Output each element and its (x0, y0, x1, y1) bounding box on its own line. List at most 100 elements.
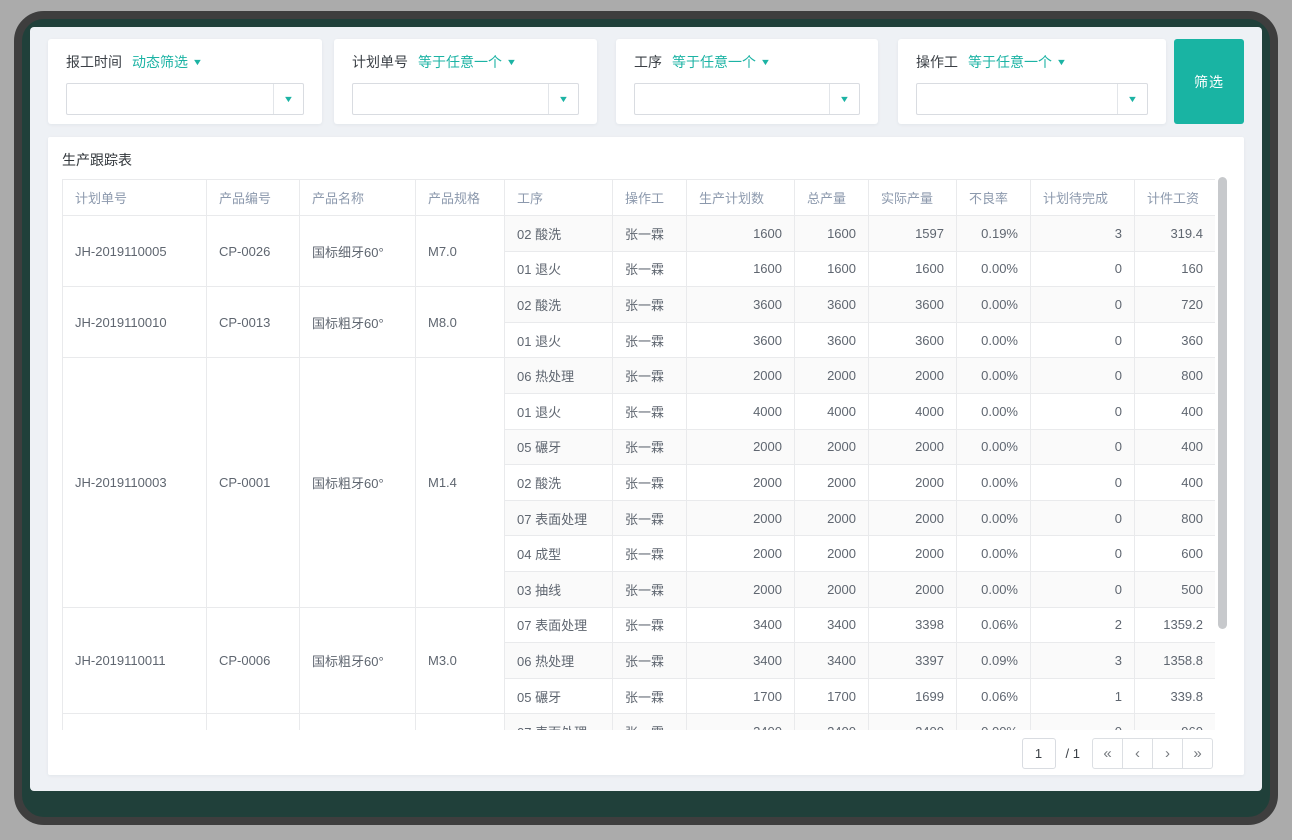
cell-planned-qty: 1700 (687, 678, 795, 714)
caret-down-icon: ▼ (283, 94, 294, 104)
cell-total-output: 2000 (795, 465, 869, 501)
cell-remaining: 0 (1031, 429, 1135, 465)
cell-total-output: 3400 (795, 643, 869, 679)
cell-piece-wage: 720 (1135, 287, 1216, 323)
operator-select-input[interactable] (917, 84, 1117, 114)
cell-planned-qty: 3400 (687, 607, 795, 643)
cell-operator: 张一霖 (613, 287, 687, 323)
cell-defect-rate: 0.19% (957, 216, 1031, 252)
report-time-select-input[interactable] (67, 84, 273, 114)
process-select-arrow[interactable]: ▼ (829, 84, 859, 114)
cell-product-name: 国标粗牙60° (300, 607, 416, 714)
cell-planned-qty: 2400 (687, 714, 795, 730)
caret-down-icon: ▼ (558, 94, 569, 104)
cell-process: 01 退火 (505, 393, 613, 429)
cell-product-name: 国标粗牙60° (300, 287, 416, 358)
last-page-button[interactable]: » (1182, 738, 1213, 769)
plan-no-select-arrow[interactable]: ▼ (548, 84, 578, 114)
cell-defect-rate: 0.00% (957, 251, 1031, 287)
cell-planned-qty: 2000 (687, 500, 795, 536)
filter-submit-button[interactable]: 筛选 (1174, 39, 1244, 124)
filter-operator-dropdown[interactable]: 等于任意一个 ▼ (418, 52, 516, 72)
table-vertical-scrollbar[interactable] (1218, 177, 1227, 629)
cell-plan-no: JH-2019110005 (63, 216, 207, 287)
cell-piece-wage: 360 (1135, 322, 1216, 358)
cell-total-output: 1700 (795, 678, 869, 714)
filter-operator-dropdown[interactable]: 等于任意一个 ▼ (672, 52, 770, 72)
cell-planned-qty: 4000 (687, 393, 795, 429)
filter-operator-dropdown[interactable]: 动态筛选 ▼ (132, 52, 202, 72)
filter-operator-label: 等于任意一个 (418, 52, 502, 72)
report-time-select-arrow[interactable]: ▼ (273, 84, 303, 114)
cell-total-output: 2000 (795, 429, 869, 465)
production-tracking-table: 计划单号 产品编号 产品名称 产品规格 工序 操作工 生产计划数 总产量 实际产… (62, 179, 1215, 730)
table-viewport: 计划单号 产品编号 产品名称 产品规格 工序 操作工 生产计划数 总产量 实际产… (62, 179, 1215, 730)
cell-actual-output: 2400 (869, 714, 957, 730)
pagination: / 1 « ‹ › » (1022, 738, 1213, 769)
cell-process: 02 酸洗 (505, 216, 613, 252)
cell-actual-output: 3600 (869, 287, 957, 323)
cell-remaining: 0 (1031, 536, 1135, 572)
filter-operator-dropdown[interactable]: 等于任意一个 ▼ (968, 52, 1066, 72)
cell-piece-wage: 1359.2 (1135, 607, 1216, 643)
page-total-label: / 1 (1066, 746, 1080, 761)
plan-no-select-input[interactable] (353, 84, 548, 114)
cell-piece-wage: 1358.8 (1135, 643, 1216, 679)
cell-planned-qty: 3600 (687, 322, 795, 358)
process-select-input[interactable] (635, 84, 829, 114)
caret-down-icon: ▼ (192, 57, 203, 67)
filter-label-operator: 操作工 (916, 52, 958, 72)
table-header-row: 计划单号 产品编号 产品名称 产品规格 工序 操作工 生产计划数 总产量 实际产… (63, 180, 1216, 216)
next-page-button[interactable]: › (1152, 738, 1183, 769)
cell-operator: 张一霖 (613, 322, 687, 358)
cell-defect-rate: 0.09% (957, 643, 1031, 679)
cell-remaining: 3 (1031, 643, 1135, 679)
page-number-input[interactable] (1022, 738, 1056, 769)
cell-defect-rate: 0.00% (957, 393, 1031, 429)
cell-defect-rate: 0.00% (957, 322, 1031, 358)
cell-actual-output: 1699 (869, 678, 957, 714)
cell-remaining: 0 (1031, 714, 1135, 730)
table-row: JH-2019110005CP-0026国标细牙60°M7.002 酸洗张一霖1… (63, 216, 1216, 252)
cell-remaining: 0 (1031, 500, 1135, 536)
cell-remaining: 0 (1031, 393, 1135, 429)
cell-total-output: 3600 (795, 287, 869, 323)
cell-defect-rate: 0.00% (957, 287, 1031, 323)
filter-card-operator: 操作工 等于任意一个 ▼ ▼ (898, 39, 1166, 124)
operator-select-arrow[interactable]: ▼ (1117, 84, 1147, 114)
cell-defect-rate: 0.00% (957, 536, 1031, 572)
prev-page-button[interactable]: ‹ (1122, 738, 1153, 769)
cell-operator: 张一霖 (613, 500, 687, 536)
col-header-remaining: 计划待完成 (1031, 180, 1135, 216)
cell-product-name: 国标细牙60° (300, 216, 416, 287)
cell-total-output: 1600 (795, 216, 869, 252)
cell-operator: 张一霖 (613, 536, 687, 572)
cell-process: 02 酸洗 (505, 465, 613, 501)
caret-down-icon: ▼ (506, 57, 517, 67)
cell-piece-wage: 339.8 (1135, 678, 1216, 714)
cell-operator: 张一霖 (613, 571, 687, 607)
cell-defect-rate: 0.06% (957, 678, 1031, 714)
cell-piece-wage: 960 (1135, 714, 1216, 730)
cell-planned-qty: 3400 (687, 643, 795, 679)
col-header-piece-wage: 计件工资 (1135, 180, 1216, 216)
col-header-total-output: 总产量 (795, 180, 869, 216)
col-header-process: 工序 (505, 180, 613, 216)
cell-remaining: 0 (1031, 465, 1135, 501)
col-header-product-name: 产品名称 (300, 180, 416, 216)
col-header-planned-qty: 生产计划数 (687, 180, 795, 216)
cell-total-output: 3600 (795, 322, 869, 358)
cell-process: 07 表面处理 (505, 714, 613, 730)
cell-product-name: 国标粗牙60° (300, 358, 416, 607)
filter-label-process: 工序 (634, 52, 662, 72)
cell-process: 05 碾牙 (505, 429, 613, 465)
cell-defect-rate: 0.00% (957, 465, 1031, 501)
first-page-button[interactable]: « (1092, 738, 1123, 769)
cell-spec: M1.4 (416, 358, 505, 607)
cell-process: 01 退火 (505, 251, 613, 287)
cell-remaining: 0 (1031, 251, 1135, 287)
cell-actual-output: 1600 (869, 251, 957, 287)
cell-process: 01 退火 (505, 322, 613, 358)
cell-defect-rate: 0.00% (957, 571, 1031, 607)
cell-planned-qty: 2000 (687, 358, 795, 394)
